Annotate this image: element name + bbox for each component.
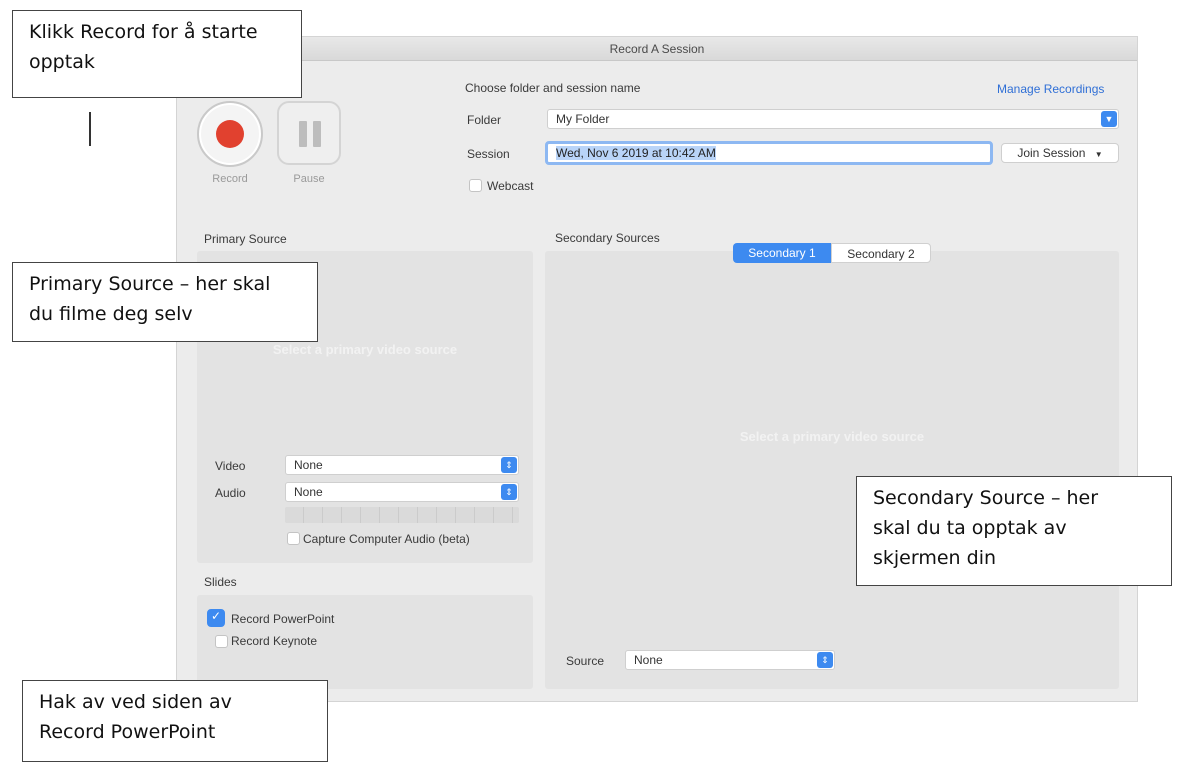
folder-label: Folder — [467, 113, 502, 127]
secondary-source-pane — [545, 251, 1119, 689]
primary-placeholder: Select a primary video source — [272, 342, 458, 357]
session-name-value: Wed, Nov 6 2019 at 10:42 AM — [556, 146, 716, 160]
session-label: Session — [467, 147, 510, 161]
updown-arrow-icon: ⇕ — [501, 457, 517, 473]
callout-primary-line-1: Primary Source – her skal — [29, 273, 271, 295]
window-title: Record A Session — [177, 37, 1137, 61]
audio-label: Audio — [215, 486, 246, 500]
callout-primary: Primary Source – her skal du filme deg s… — [12, 262, 318, 342]
audio-value: None — [294, 485, 323, 499]
record-powerpoint-label: Record PowerPoint — [231, 612, 335, 626]
chevron-down-icon: ▼ — [1101, 111, 1117, 127]
callout-record-line-1: Klikk Record for å starte — [29, 21, 258, 43]
record-powerpoint-checkbox[interactable]: ✓ — [207, 609, 225, 627]
join-session-label: Join Session — [1017, 146, 1086, 160]
webcast-label: Webcast — [487, 179, 534, 193]
callout-slides-line-1: Hak av ved siden av — [39, 691, 232, 713]
slides-heading: Slides — [204, 575, 237, 589]
tab-secondary-1[interactable]: Secondary 1 — [733, 243, 831, 263]
join-session-button[interactable]: Join Session ▼ — [1001, 143, 1119, 163]
callout-secondary-line-3: skjermen din — [873, 547, 997, 569]
record-keynote-checkbox[interactable] — [215, 635, 228, 648]
capture-audio-label: Capture Computer Audio (beta) — [303, 532, 470, 546]
updown-arrow-icon: ⇕ — [501, 484, 517, 500]
webcast-checkbox[interactable] — [469, 179, 482, 192]
record-session-window: Record A Session Record Pause Choose fol… — [176, 36, 1138, 702]
callout-secondary-line-1: Secondary Source – her — [873, 487, 1099, 509]
source-label: Source — [566, 654, 605, 668]
tab-secondary-2[interactable]: Secondary 2 — [831, 243, 931, 263]
secondary-placeholder: Select a primary video source — [739, 429, 925, 444]
source-value: None — [634, 653, 663, 667]
callout-primary-line-2: du filme deg selv — [29, 303, 193, 325]
callout-record-line-2: opptak — [29, 51, 95, 73]
record-keynote-label: Record Keynote — [231, 634, 318, 648]
folder-value: My Folder — [556, 112, 610, 126]
callout-secondary-line-2: skal du ta opptak av — [873, 517, 1067, 539]
video-value: None — [294, 458, 323, 472]
video-select[interactable]: None ⇕ — [285, 455, 519, 475]
callout-slides: Hak av ved siden av Record PowerPoint — [22, 680, 328, 762]
session-name-input[interactable]: Wed, Nov 6 2019 at 10:42 AM — [545, 141, 993, 165]
pause-button[interactable] — [277, 101, 341, 165]
callout-secondary: Secondary Source – her skal du ta opptak… — [856, 476, 1172, 586]
manage-recordings-link[interactable]: Manage Recordings — [997, 82, 1104, 96]
video-label: Video — [215, 459, 246, 473]
audio-level-meter — [285, 507, 519, 523]
text-cursor-icon — [89, 112, 91, 146]
folder-select[interactable]: My Folder ▼ — [547, 109, 1119, 129]
session-heading: Choose folder and session name — [465, 81, 641, 95]
checkmark-icon: ✓ — [210, 609, 222, 623]
caret-down-icon: ▼ — [1094, 150, 1103, 159]
audio-select[interactable]: None ⇕ — [285, 482, 519, 502]
pause-label: Pause — [293, 173, 325, 185]
record-icon — [216, 120, 244, 148]
primary-source-heading: Primary Source — [204, 232, 287, 246]
record-button[interactable] — [197, 101, 263, 167]
updown-arrow-icon: ⇕ — [817, 652, 833, 668]
capture-audio-checkbox[interactable] — [287, 532, 300, 545]
callout-slides-line-2: Record PowerPoint — [39, 721, 216, 743]
record-label: Record — [212, 173, 248, 185]
secondary-sources-heading: Secondary Sources — [555, 231, 660, 245]
source-select[interactable]: None ⇕ — [625, 650, 835, 670]
callout-record: Klikk Record for å starte opptak — [12, 10, 302, 98]
